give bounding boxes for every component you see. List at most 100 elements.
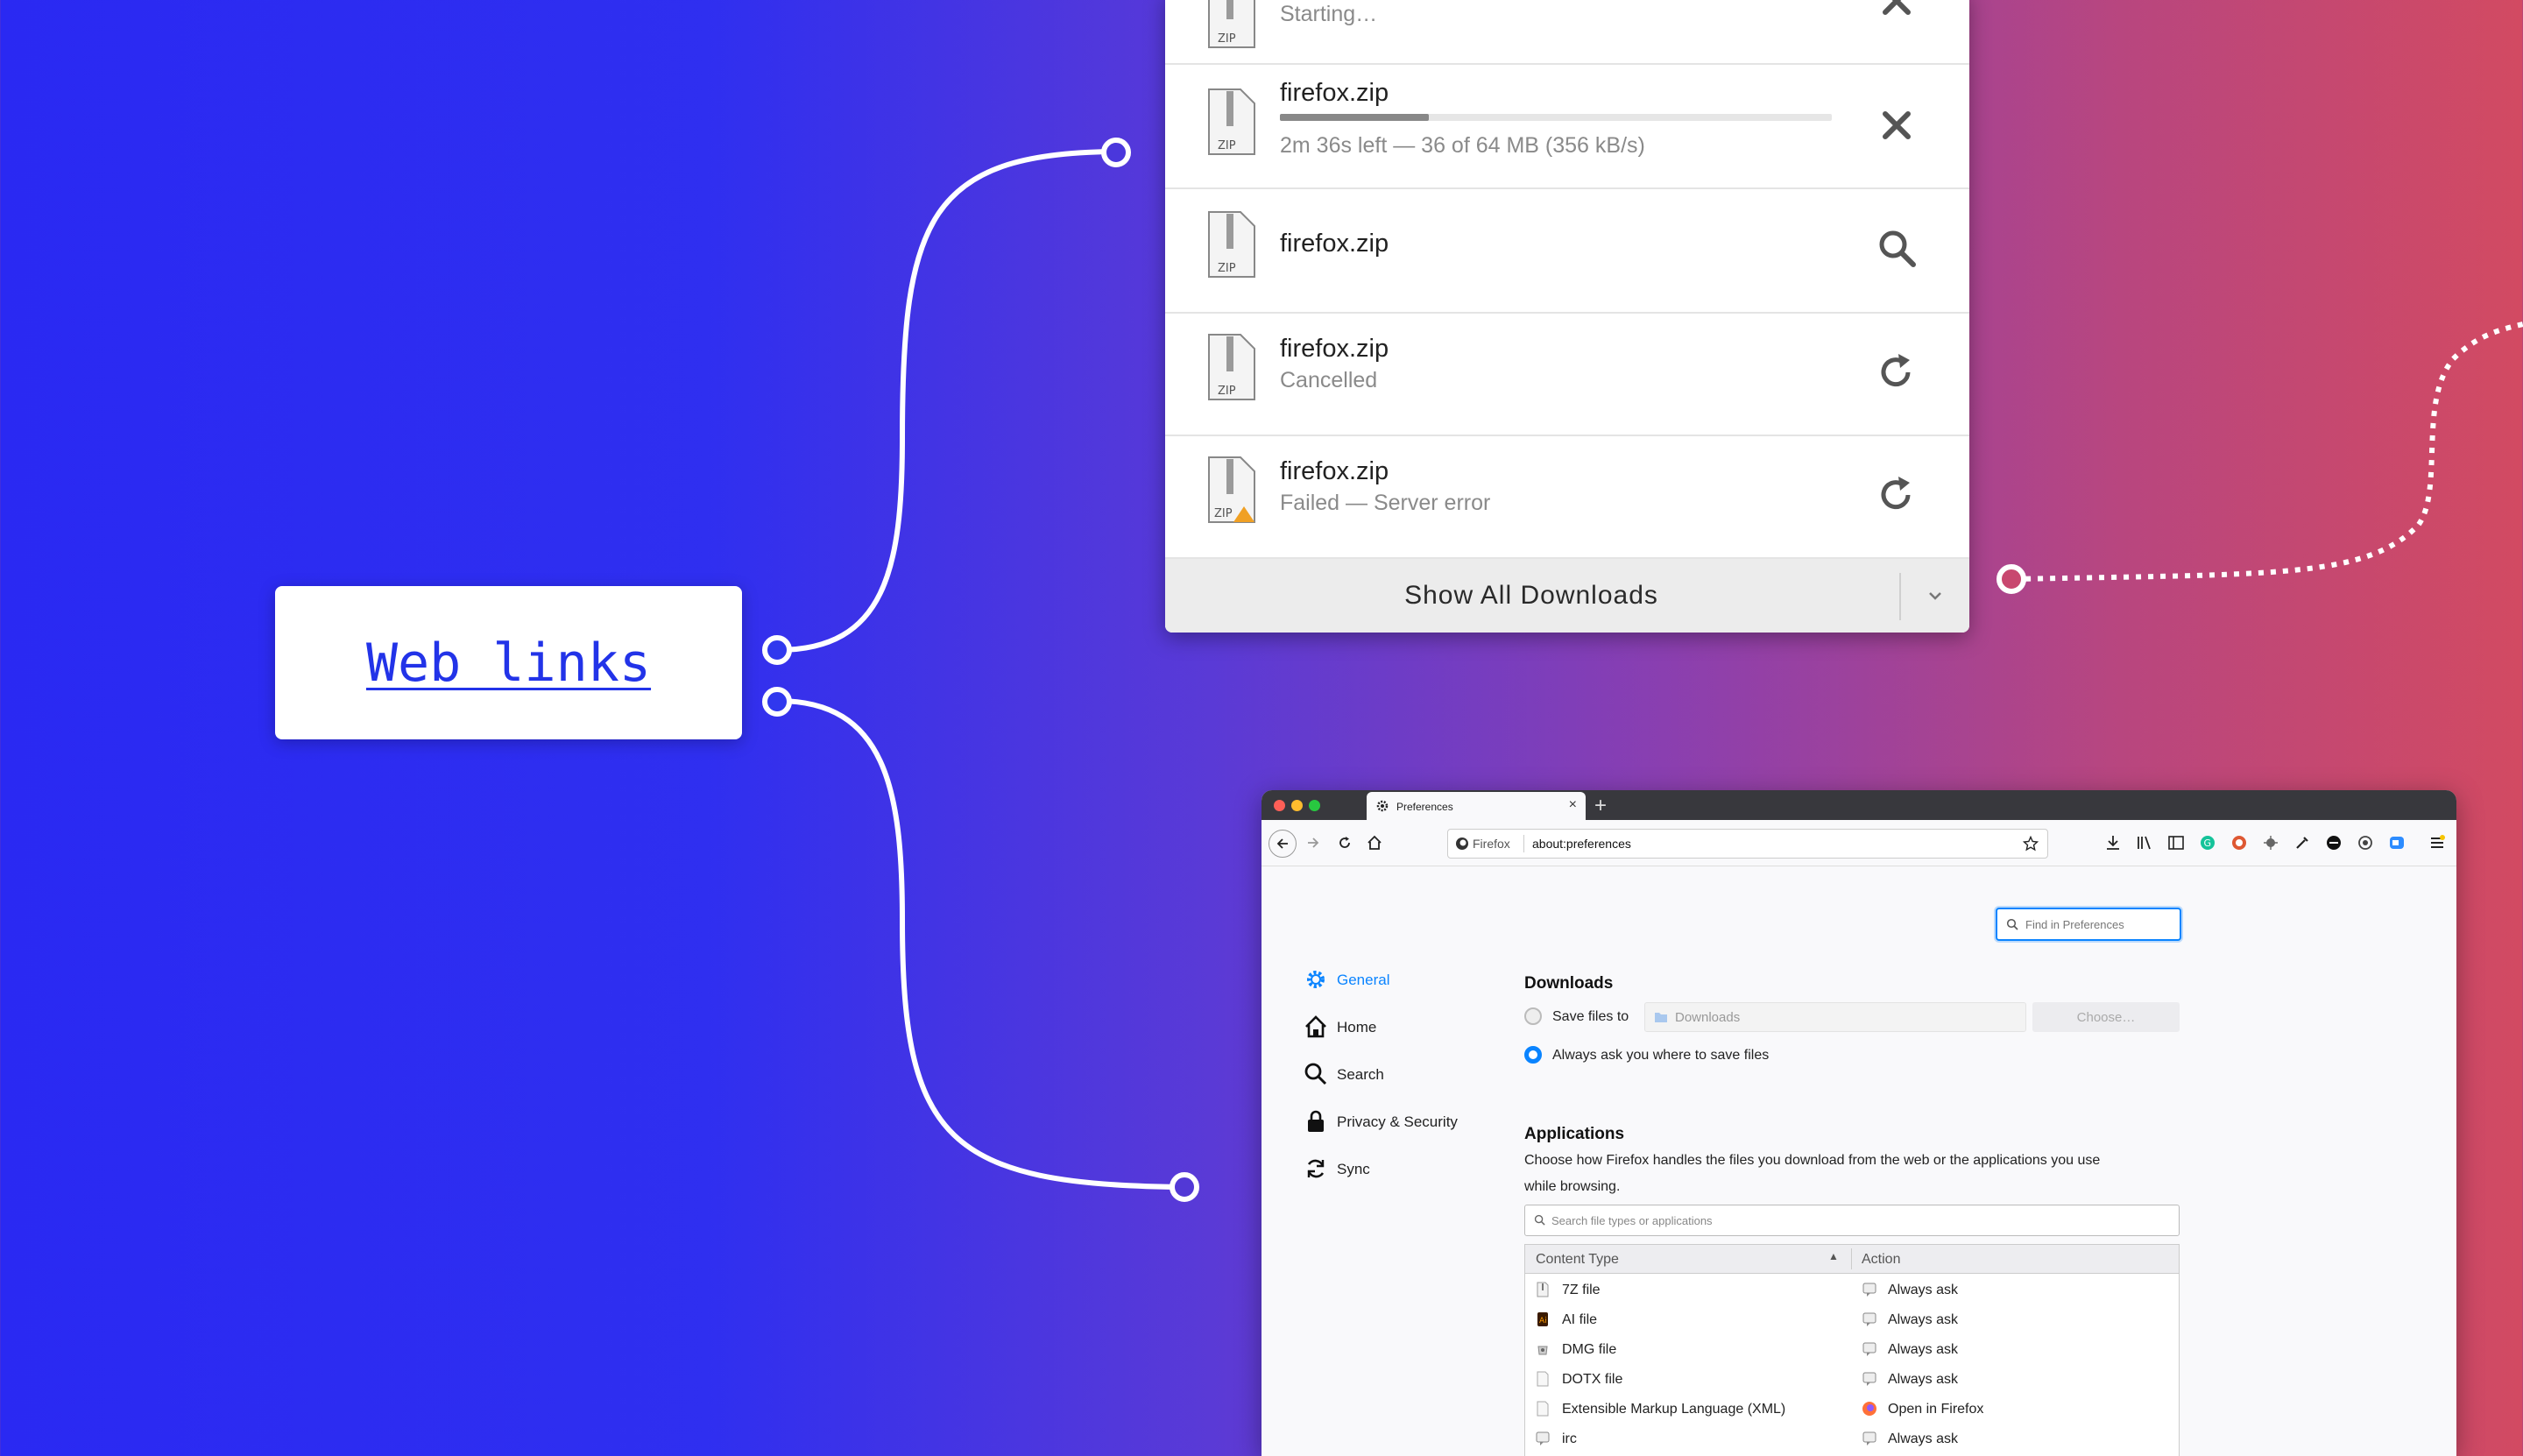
download-status: 2m 36s left — 36 of 64 MB (356 kB/s) bbox=[1280, 133, 1645, 158]
downloads-footer: Show All Downloads bbox=[1165, 559, 1969, 633]
download-item[interactable]: ZIP Starting… bbox=[1165, 0, 1969, 65]
arrow-right-icon bbox=[1308, 838, 1319, 848]
table-row[interactable]: Ai AI file Always ask bbox=[1525, 1304, 2179, 1334]
reload-button[interactable] bbox=[1332, 830, 1358, 856]
search-icon bbox=[2006, 918, 2018, 930]
minimize-window-button[interactable] bbox=[1291, 800, 1303, 811]
download-folder-value: Downloads bbox=[1675, 1010, 1741, 1025]
svg-text:ZIP: ZIP bbox=[1218, 32, 1236, 46]
ai-file-icon: Ai bbox=[1537, 1312, 1548, 1326]
firefox-logo-icon bbox=[1862, 1402, 1876, 1416]
download-filename: firefox.zip bbox=[1280, 79, 1389, 107]
connector-node bbox=[1170, 1172, 1199, 1202]
sync-icon bbox=[1307, 1159, 1325, 1178]
always-ask-label: Always ask you where to save files bbox=[1552, 1048, 1770, 1063]
find-placeholder: Find in Preferences bbox=[2025, 918, 2124, 931]
retry-icon[interactable] bbox=[1875, 350, 1919, 394]
content-type: AI file bbox=[1562, 1312, 1598, 1327]
download-status: Starting… bbox=[1280, 2, 1378, 26]
grammarly-icon[interactable]: G bbox=[2199, 834, 2216, 852]
sidebar-item-label: General bbox=[1337, 972, 1390, 988]
firefox-logo-icon bbox=[1456, 838, 1468, 850]
content-type: 7Z file bbox=[1562, 1283, 1601, 1297]
download-item[interactable]: ZIP firefox.zip Cancelled bbox=[1165, 312, 1969, 436]
downloads-menu-button[interactable] bbox=[1901, 559, 1969, 633]
bug-icon[interactable] bbox=[2262, 834, 2279, 852]
applications-description: Choose how Firefox handles the files you… bbox=[1524, 1153, 2101, 1168]
tab-preferences[interactable]: Preferences × bbox=[1367, 792, 1586, 820]
search-file-types-input[interactable]: Search file types or applications bbox=[1524, 1205, 2180, 1236]
download-icon[interactable] bbox=[2104, 834, 2122, 852]
privacy-badger-icon[interactable] bbox=[2357, 834, 2374, 852]
table-row[interactable]: irc Always ask bbox=[1525, 1424, 2179, 1453]
svg-text:ZIP: ZIP bbox=[1218, 139, 1236, 152]
download-item[interactable]: ZIP firefox.zip 2m 36s left — 36 of 64 M… bbox=[1165, 65, 1969, 189]
search-icon bbox=[1534, 1214, 1545, 1226]
action-value: Always ask bbox=[1888, 1283, 1959, 1297]
zoom-icon[interactable] bbox=[2388, 834, 2406, 852]
downloads-panel: ZIP Starting… ZIP firefox.zip 2m 36s lef… bbox=[1165, 0, 1969, 633]
content-type-column-header[interactable]: Content Type bbox=[1536, 1252, 1619, 1268]
zoom-window-button[interactable] bbox=[1309, 800, 1320, 811]
web-links-link[interactable]: Web links bbox=[366, 633, 651, 694]
action-value: Open in Firefox bbox=[1888, 1402, 1984, 1417]
sidebar-icon[interactable] bbox=[2167, 834, 2185, 852]
content-type: DMG file bbox=[1562, 1342, 1617, 1357]
show-all-downloads-button[interactable]: Show All Downloads bbox=[1165, 559, 1898, 633]
applications-table: Content Type ▲ Action 7Z file Always ask… bbox=[1524, 1244, 2180, 1456]
ask-icon bbox=[1862, 1312, 1876, 1326]
retry-icon[interactable] bbox=[1875, 473, 1919, 517]
eyedropper-icon[interactable] bbox=[2293, 834, 2311, 852]
new-tab-button[interactable]: + bbox=[1594, 794, 1607, 818]
find-in-preferences-input[interactable]: Find in Preferences bbox=[1996, 908, 2181, 941]
svg-text:ZIP: ZIP bbox=[1218, 385, 1236, 398]
sidebar-item-label: Home bbox=[1337, 1019, 1377, 1035]
search-file-types-placeholder: Search file types or applications bbox=[1551, 1214, 1713, 1227]
always-ask-radio[interactable] bbox=[1524, 1046, 1542, 1064]
connector-node bbox=[762, 635, 792, 665]
tab-close-icon[interactable]: × bbox=[1569, 797, 1577, 813]
zip-file-error-icon: ZIP bbox=[1208, 456, 1255, 523]
download-item[interactable]: ZIP firefox.zip bbox=[1165, 189, 1969, 314]
connector-node bbox=[1996, 564, 2026, 594]
library-icon[interactable] bbox=[2136, 834, 2153, 852]
table-row[interactable]: 7Z file Always ask bbox=[1525, 1275, 2179, 1304]
action-value: Always ask bbox=[1888, 1372, 1959, 1387]
choose-folder-button[interactable]: Choose… bbox=[2032, 1002, 2180, 1032]
menu-icon[interactable] bbox=[2428, 834, 2446, 852]
table-row[interactable]: DMG file Always ask bbox=[1525, 1334, 2179, 1364]
connector-node bbox=[1101, 138, 1131, 167]
applications-description-continued: while browsing. bbox=[1524, 1179, 1621, 1194]
save-files-to-radio[interactable] bbox=[1524, 1007, 1542, 1025]
table-row[interactable]: DOTX file Always ask bbox=[1525, 1364, 2179, 1394]
back-button[interactable] bbox=[1269, 830, 1297, 858]
extension-icon[interactable] bbox=[2325, 834, 2343, 852]
connector-node bbox=[762, 687, 792, 717]
table-row[interactable]: Extensible Markup Language (XML) Open in… bbox=[1525, 1394, 2179, 1424]
title-bar: Preferences × + bbox=[1262, 790, 2456, 820]
svg-text:ZIP: ZIP bbox=[1214, 507, 1233, 520]
action-value: Always ask bbox=[1888, 1342, 1959, 1357]
home-icon bbox=[1368, 835, 1382, 850]
sidebar-item-label: Privacy & Security bbox=[1337, 1113, 1458, 1130]
magnifier-icon[interactable] bbox=[1875, 226, 1919, 270]
close-window-button[interactable] bbox=[1274, 800, 1285, 811]
home-icon bbox=[1305, 1015, 1326, 1038]
zip-file-icon: ZIP bbox=[1208, 211, 1255, 278]
star-icon[interactable] bbox=[2023, 836, 2039, 852]
duckduckgo-icon[interactable] bbox=[2230, 834, 2248, 852]
cancel-icon[interactable] bbox=[1875, 0, 1919, 23]
arrow-left-icon bbox=[1276, 838, 1288, 849]
download-item[interactable]: ZIP firefox.zip Failed — Server error bbox=[1165, 435, 1969, 559]
forward-button[interactable] bbox=[1300, 830, 1326, 856]
action-column-header[interactable]: Action bbox=[1862, 1252, 1900, 1268]
cancel-icon[interactable] bbox=[1875, 103, 1919, 147]
gear-icon bbox=[1307, 971, 1325, 988]
url-bar[interactable]: Firefox about:preferences bbox=[1447, 829, 2048, 859]
table-header: Content Type ▲ Action bbox=[1525, 1245, 2179, 1274]
url-text[interactable]: about:preferences bbox=[1532, 837, 1631, 851]
disk-image-icon bbox=[1537, 1346, 1548, 1355]
tab-title: Preferences bbox=[1396, 801, 1453, 813]
home-button[interactable] bbox=[1361, 830, 1388, 856]
firefox-window: Preferences × + Firefox about:preference… bbox=[1262, 790, 2456, 1456]
